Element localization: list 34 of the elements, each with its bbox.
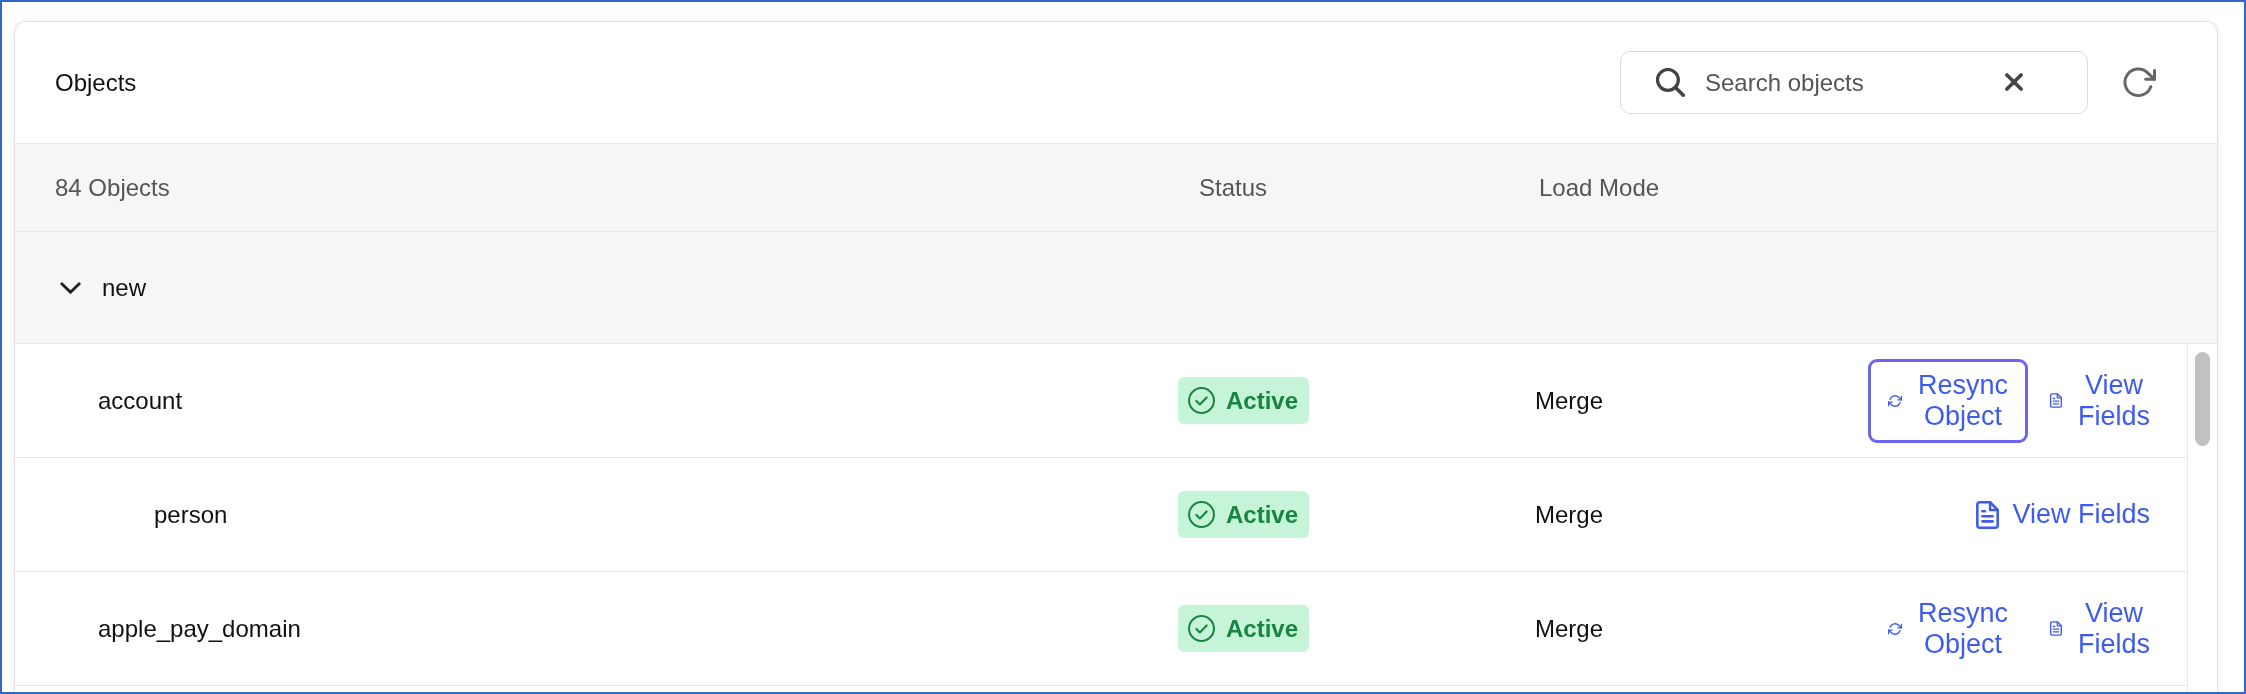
document-icon — [1976, 500, 2000, 529]
object-name: account — [98, 386, 183, 415]
column-header: 84 Objects — [55, 173, 170, 202]
resync-button[interactable]: Resync Object — [1867, 586, 2028, 671]
object-name: apple_pay_domain — [98, 614, 301, 643]
scrollbar-thumb[interactable] — [2195, 352, 2210, 446]
search-field[interactable]: Search objects — [1620, 51, 2088, 114]
status-label: Active — [1226, 614, 1299, 643]
view-fields-button[interactable]: View Fields — [1956, 488, 2170, 541]
status-label: Active — [1226, 386, 1299, 415]
refresh-icon[interactable] — [2122, 65, 2156, 100]
view-fields-button[interactable]: View Fields — [2030, 586, 2170, 671]
panel-title: Objects — [55, 68, 137, 97]
search-icon — [1656, 68, 1685, 97]
load-mode-text: Merge — [1535, 614, 1604, 643]
column-header: Status — [1199, 173, 1268, 202]
load-mode-text: Merge — [1535, 386, 1604, 415]
document-icon — [2050, 621, 2062, 636]
view-fields-button[interactable]: View Fields — [2030, 358, 2170, 443]
resync-button[interactable]: Resync Object — [1867, 358, 2028, 443]
object-name: person — [154, 500, 228, 529]
sync-icon — [1887, 621, 1902, 636]
chevron-down-icon[interactable] — [60, 281, 81, 294]
status-label: Active — [1226, 500, 1299, 529]
group-label: new — [102, 273, 147, 302]
column-header: Load Mode — [1539, 173, 1660, 202]
group-header[interactable]: new — [15, 231, 2217, 343]
sync-icon — [1887, 393, 1902, 408]
document-icon — [2050, 393, 2062, 408]
close-icon[interactable] — [2005, 73, 2023, 91]
check-circle-icon — [1188, 387, 1215, 414]
load-mode-text: Merge — [1535, 500, 1604, 529]
check-circle-icon — [1188, 615, 1215, 642]
check-circle-icon — [1188, 501, 1215, 528]
